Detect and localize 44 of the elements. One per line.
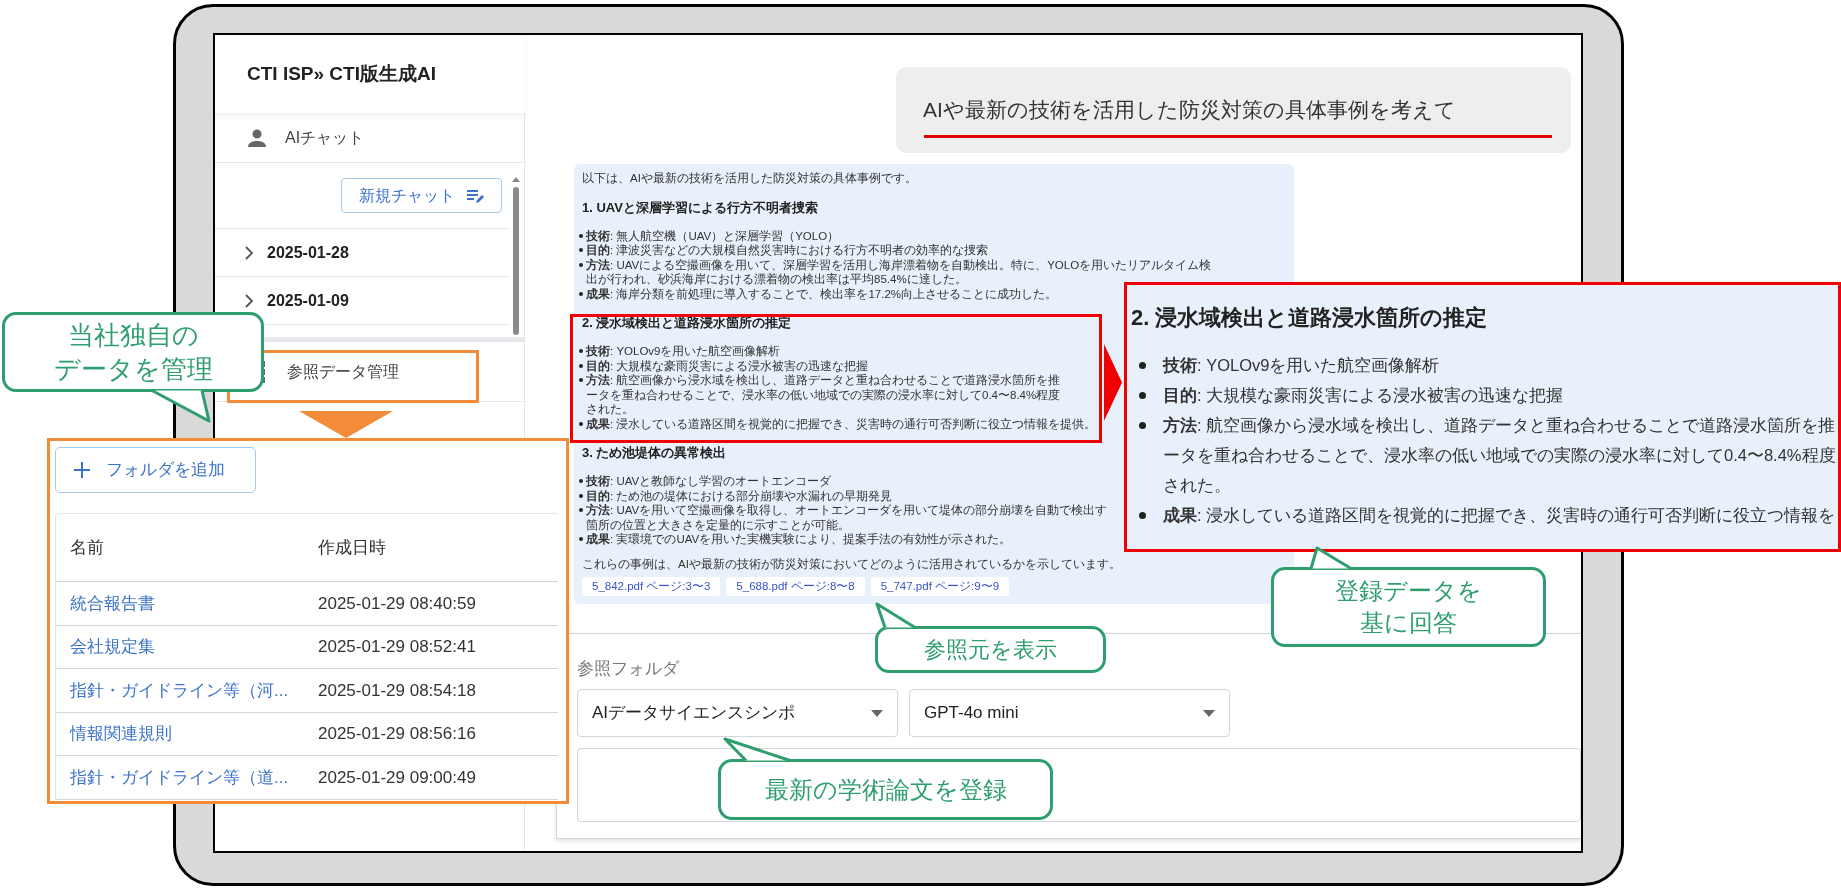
list-text: 方法: UAVによる空撮画像を用いて、深層学習を活用し海岸漂着物を自動検出。特に、YOLOを用いたリアルタイム検: [586, 257, 1212, 272]
list-text: 方法: UAVを用いて空撮画像を取得し、オートエンコーダを用いて堤体の部分崩壊を自動で検出す: [586, 503, 1108, 518]
list-text: 成果: 実環境でのUAVを用いた実機実験により、提案手法の有効性が示された。: [586, 532, 1012, 547]
callout-text: 当社独自の: [67, 319, 199, 352]
section-heading: 3. ため池堤体の異常検出: [582, 444, 727, 462]
section-heading: 2. 浸水域検出と道路浸水箇所の推定: [1131, 304, 1488, 332]
table-cell-text: 2025-01-29 08:56:16: [318, 723, 476, 745]
callout-text: データを管理: [53, 353, 213, 386]
list-text: 方法: 航空画像から浸水域を検出し、道路データと重ね合わせることで道路浸水箇所を推: [1163, 415, 1836, 436]
field-label: 参照フォルダ: [577, 658, 680, 680]
list-text: 成果: 浸水している道路区間を視覚的に把握でき、災害時の通行可否判断に役立つ情報を提供。: [586, 416, 1097, 431]
list-text: された。: [586, 402, 634, 417]
column-header: 名前: [69, 536, 105, 559]
list-text: 成果: 海岸分類を前処理に導入することで、検出率を17.2%向上させることに成功した。: [586, 286, 1057, 301]
list-text: 技術: YOLOv9を用いた航空画像解析: [1163, 355, 1440, 376]
table-cell-text: 2025-01-29 09:00:49: [318, 766, 476, 789]
callout-text: 参照元を表示: [924, 635, 1057, 664]
list-text: 目的: ため池の堤体における部分崩壊や水漏れの早期発見: [586, 488, 893, 503]
section-heading: 2. 浸水域検出と道路浸水箇所の推定: [582, 314, 792, 332]
callout-text: 登録データを: [1335, 576, 1482, 606]
list-text: 目的: 大規模な豪雨災害による浸水被害の迅速な把握: [586, 358, 869, 373]
list-text: 出が行われ、砂浜海岸における漂着物の検出率は平均85.4%に達した。: [586, 272, 967, 287]
section-heading: 1. UAVと深層学習による行方不明者捜索: [582, 198, 818, 217]
answer-text: これらの事例は、AIや最新の技術が防災対策においてどのように活用されているかを示しています。: [582, 556, 1121, 571]
list-text: 目的: 津波災害などの大規模自然災害時における行方不明者の効率的な捜索: [586, 243, 989, 258]
list-text: 技術: UAVと教師なし学習のオートエンコーダ: [586, 474, 832, 489]
list-text: 箇所の位置と大きさを定量的に示すことが可能。: [586, 517, 850, 532]
answer-text: 以下は、AIや最新の技術を活用した防災対策の具体事例です。: [582, 171, 917, 186]
list-text: ータを重ね合わせることで、浸水率の低い地域での実際の浸水率に対して0.4〜8.4%程度: [1163, 445, 1836, 466]
callout-text: 最新の学術論文を登録: [764, 774, 1007, 805]
list-text: 方法: 航空画像から浸水域を検出し、道路データと重ね合わせることで道路浸水箇所を推: [586, 373, 1061, 388]
app-title: CTI ISP» CTI版生成AI: [247, 61, 436, 86]
list-text: ータを重ね合わせることで、浸水率の低い地域での実際の浸水率に対して0.4〜8.4%程度: [586, 387, 1061, 402]
column-header: 作成日時: [318, 536, 386, 559]
list-text: 技術: 無人航空機（UAV）と深層学習（YOLO）: [586, 228, 840, 243]
table-cell-text: 2025-01-29 08:52:41: [318, 636, 476, 658]
list-text: された。: [1163, 475, 1231, 496]
table-cell-text: 2025-01-29 08:54:18: [318, 679, 476, 702]
list-text: 成果: 浸水している道路区間を視覚的に把握でき、災害時の通行可否判断に役立つ情報を: [1163, 505, 1836, 526]
list-text: 目的: 大規模な豪雨災害による浸水被害の迅速な把握: [1163, 385, 1564, 406]
callout-text: 基に回答: [1360, 608, 1457, 638]
list-text: 技術: YOLOv9を用いた航空画像解析: [586, 344, 781, 359]
table-cell-text: 2025-01-29 08:40:59: [318, 592, 476, 615]
message-bubble: AIや最新の技術を活用した防災対策の具体事例を考えて: [896, 67, 1571, 153]
